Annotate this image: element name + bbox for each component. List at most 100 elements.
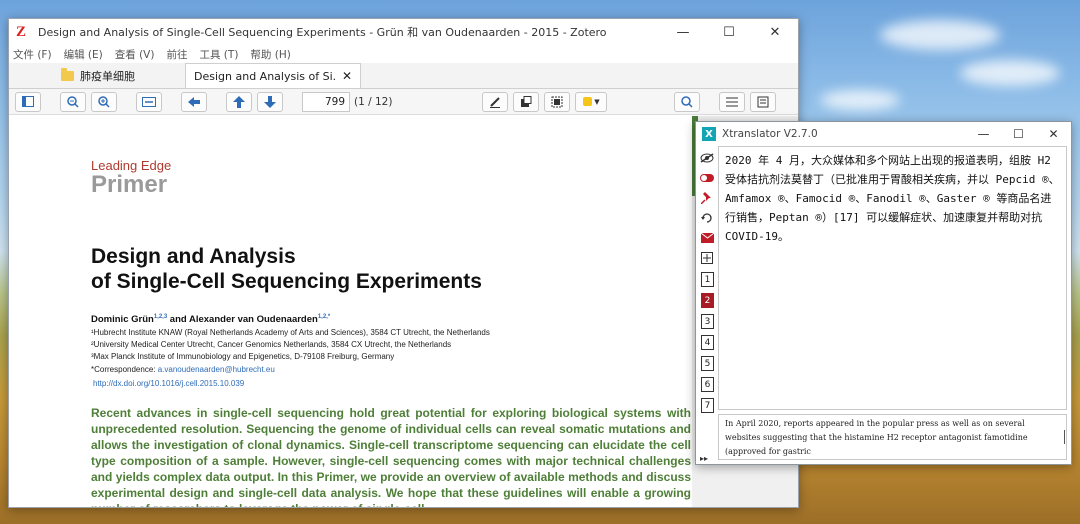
zoom-out-button[interactable] <box>60 91 86 112</box>
menu-edit[interactable]: 编辑 (E) <box>64 47 103 62</box>
search-icon <box>681 95 693 108</box>
xtranslator-titlebar[interactable]: X Xtranslator V2.7.0 — ☐ ✕ <box>696 122 1071 146</box>
zotero-window: Z Design and Analysis of Single-Cell Seq… <box>8 18 799 508</box>
page-number-input[interactable]: 799 <box>302 91 350 112</box>
next-page-button[interactable] <box>257 91 283 112</box>
maximize-button[interactable]: ☐ <box>706 19 752 45</box>
source-text-input[interactable]: In April 2020, reports appeared in the p… <box>718 414 1067 460</box>
folder-icon <box>61 68 74 81</box>
envelope-icon <box>700 233 714 243</box>
menu-go[interactable]: 前往 <box>166 47 187 62</box>
pushpin-icon <box>701 192 711 204</box>
hide-icon[interactable] <box>699 150 715 166</box>
author-name: and Alexander van Oudenaarden <box>167 314 318 326</box>
menu-view[interactable]: 查看 (V) <box>115 47 155 62</box>
zoom-out-icon <box>67 95 79 108</box>
refresh-copy-icon <box>701 213 712 223</box>
window-title: Xtranslator V2.7.0 <box>722 128 818 140</box>
cloud <box>960 60 1060 86</box>
notes-pane-icon <box>757 96 769 107</box>
close-icon[interactable]: ✕ <box>342 69 352 83</box>
menu-help[interactable]: 帮助 (H) <box>250 47 290 62</box>
minimize-button[interactable]: — <box>660 19 706 45</box>
affiliation: ¹Hubrecht Institute KNAW (Royal Netherla… <box>91 328 490 337</box>
zoom-in-button[interactable] <box>91 91 117 112</box>
area-select-icon <box>551 96 563 107</box>
correspondence-email[interactable]: a.vanoudenaarden@hubrecht.eu <box>158 365 275 374</box>
context-pane-button[interactable] <box>750 91 777 112</box>
tab-bar: 肺疫单细胞 Design and Analysis of Si... ✕ <box>9 63 798 89</box>
arrow-down-icon <box>264 95 276 108</box>
authors: Dominic Grün1,2,3 and Alexander van Oude… <box>91 314 330 325</box>
window-title: Design and Analysis of Single-Cell Seque… <box>38 26 607 39</box>
reader-toolbar: 799 (1 / 12) ▼ <box>9 89 798 115</box>
area-tool-button[interactable] <box>544 91 571 112</box>
zoom-fit-button[interactable] <box>136 91 162 112</box>
correspondence-label: *Correspondence: <box>91 365 158 374</box>
plus-box-icon <box>701 252 713 264</box>
toggle-sidebar-button[interactable] <box>15 91 41 112</box>
back-button[interactable] <box>181 91 207 112</box>
highlighter-icon <box>490 96 501 108</box>
pin-icon[interactable] <box>699 190 715 206</box>
highlight-tool-button[interactable] <box>482 91 509 112</box>
affiliation: ³Max Planck Institute of Immunobiology a… <box>91 352 395 361</box>
page-count: (1 / 12) <box>354 95 393 108</box>
author-name: Dominic Grün <box>91 314 154 326</box>
close-button[interactable]: ✕ <box>1036 127 1071 141</box>
correspondence: *Correspondence: a.vanoudenaarden@hubrec… <box>91 365 275 374</box>
xtranslator-logo-icon: X <box>702 127 716 141</box>
translation-tab-3[interactable]: 3 <box>701 314 714 329</box>
color-swatch <box>583 97 593 106</box>
color-picker-button[interactable]: ▼ <box>575 91 608 112</box>
translation-tab-5[interactable]: 5 <box>701 356 714 371</box>
menu-bar: 文件 (F) 编辑 (E) 查看 (V) 前往 工具 (T) 帮助 (H) <box>9 45 798 63</box>
abstract: Recent advances in single-cell sequencin… <box>91 406 691 507</box>
arrow-left-icon <box>188 96 200 107</box>
find-button[interactable] <box>674 91 701 112</box>
translation-tab-6[interactable]: 6 <box>701 377 714 392</box>
copy-icon[interactable] <box>699 210 715 226</box>
cloud <box>820 90 900 110</box>
article-title: Design and Analysis of Single-Cell Seque… <box>91 244 651 294</box>
list-icon <box>726 97 739 106</box>
arrow-up-icon <box>233 95 245 108</box>
tab-label: Design and Analysis of Si... <box>194 69 336 83</box>
mail-icon[interactable] <box>699 230 715 246</box>
xtranslator-sidebar: 1 2 3 4 5 6 7 <box>696 146 718 464</box>
translation-tab-2[interactable]: 2 <box>701 293 714 308</box>
menu-tools[interactable]: 工具 (T) <box>199 47 238 62</box>
translation-tab-1[interactable]: 1 <box>701 272 714 287</box>
minimize-button[interactable]: — <box>966 127 1001 141</box>
add-icon[interactable] <box>699 250 715 266</box>
pdf-viewer[interactable]: Leading Edge Primer Design and Analysis … <box>9 116 798 507</box>
close-button[interactable]: ✕ <box>752 19 798 45</box>
toggle-icon[interactable] <box>699 170 715 186</box>
article-title-line: of Single-Cell Sequencing Experiments <box>91 270 482 293</box>
note-icon <box>521 95 532 107</box>
tab-library[interactable]: 肺疫单细胞 <box>9 64 185 88</box>
sidebar-icon <box>22 96 34 107</box>
translation-output[interactable]: 2020 年 4 月，大众媒体和多个网站上出现的报道表明，组胺 H2 受体拮抗剂… <box>718 146 1067 410</box>
outline-button[interactable] <box>719 91 746 112</box>
maximize-button[interactable]: ☐ <box>1001 127 1036 141</box>
pdf-page[interactable]: Leading Edge Primer Design and Analysis … <box>9 116 692 507</box>
previous-page-button[interactable] <box>226 91 252 112</box>
text-cursor <box>1064 430 1065 444</box>
xtranslator-window: X Xtranslator V2.7.0 — ☐ ✕ 1 2 3 4 5 6 7… <box>695 121 1072 465</box>
tab-pdf-reader[interactable]: Design and Analysis of Si... ✕ <box>185 63 361 88</box>
doi-link[interactable]: http://dx.doi.org/10.1016/j.cell.2015.10… <box>93 379 244 388</box>
toggle-switch-icon <box>700 174 714 182</box>
zotero-titlebar[interactable]: Z Design and Analysis of Single-Cell Seq… <box>9 19 798 45</box>
menu-file[interactable]: 文件 (F) <box>13 47 52 62</box>
translation-tab-7[interactable]: 7 <box>701 398 714 413</box>
chevron-down-icon: ▼ <box>594 97 600 106</box>
tab-label: 肺疫单细胞 <box>80 70 135 83</box>
translation-tab-4[interactable]: 4 <box>701 335 714 350</box>
zotero-logo-icon: Z <box>16 24 27 40</box>
section-title: Primer <box>91 171 168 198</box>
note-tool-button[interactable] <box>513 91 540 112</box>
cloud <box>880 20 1000 50</box>
article-title-line: Design and Analysis <box>91 245 296 268</box>
resize-handle-icon[interactable]: ▸▸ <box>700 454 714 463</box>
